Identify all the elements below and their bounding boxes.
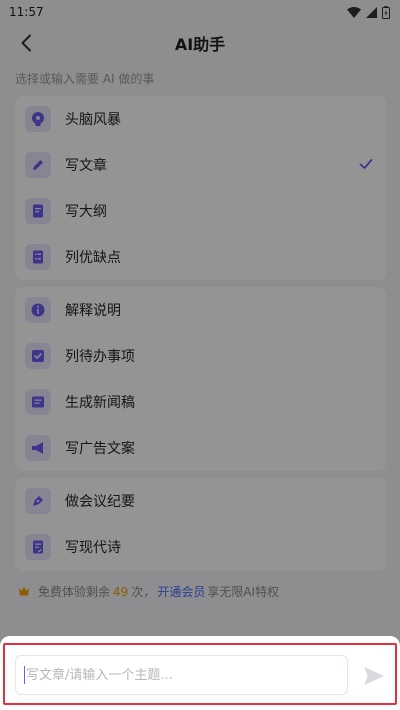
send-button[interactable] xyxy=(360,662,388,690)
send-icon xyxy=(364,667,384,685)
text-cursor xyxy=(24,666,25,684)
dim-overlay[interactable] xyxy=(0,0,400,710)
input-highlight-box xyxy=(3,643,397,705)
input-sheet xyxy=(0,636,400,710)
topic-input[interactable] xyxy=(15,655,348,695)
